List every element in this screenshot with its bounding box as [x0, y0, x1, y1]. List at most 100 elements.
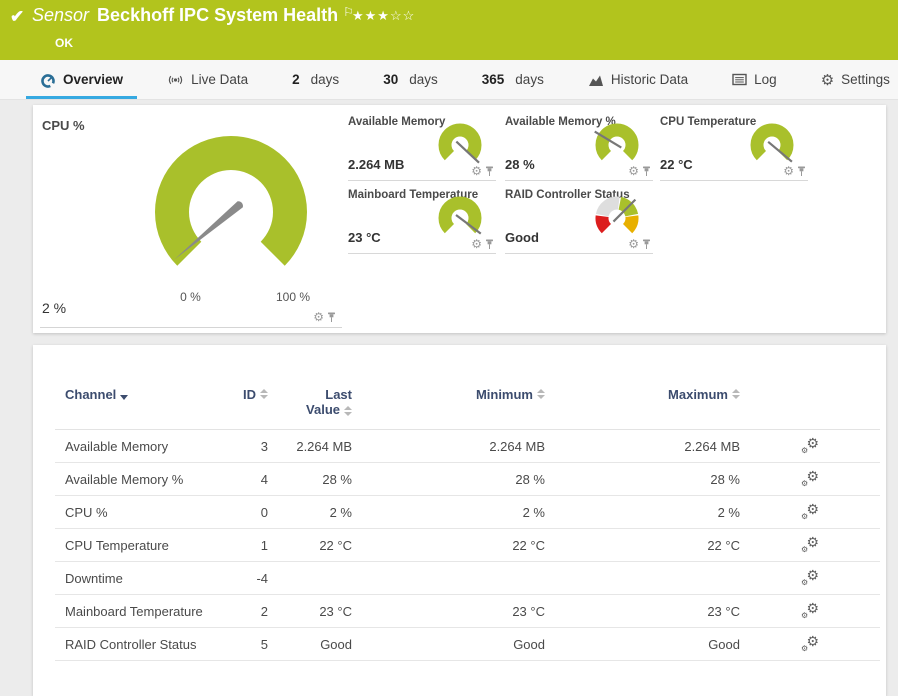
- column-header-channel[interactable]: Channel: [55, 387, 210, 402]
- tab-label: Historic Data: [611, 72, 688, 87]
- channel-minimum: 2 %: [352, 505, 545, 520]
- channel-last-value: 2 %: [268, 505, 352, 520]
- gauge-settings-gear-icon[interactable]: ⚙: [471, 238, 482, 250]
- sort-icon: [344, 406, 352, 416]
- channel-last-value: 22 °C: [268, 538, 352, 553]
- channel-minimum: 28 %: [352, 472, 545, 487]
- channel-settings-gears-icon[interactable]: ⚙⚙: [801, 471, 819, 487]
- gauge-settings-gear-icon[interactable]: ⚙: [628, 165, 639, 177]
- tab-label: Overview: [63, 72, 123, 87]
- column-header-id[interactable]: ID: [210, 387, 268, 402]
- gauge-min-label: 0 %: [168, 290, 213, 304]
- channel-last-value: 23 °C: [268, 604, 352, 619]
- table-row: Available Memory 3 2.264 MB 2.264 MB 2.2…: [55, 430, 880, 463]
- tab-label: Log: [754, 72, 777, 87]
- sensor-title: Beckhoff IPC System Health: [97, 5, 338, 25]
- channel-settings-gears-icon[interactable]: ⚙⚙: [801, 438, 819, 454]
- gauges-panel: CPU % 0 % 100 % 2 % ⚙ Available Memory: [33, 105, 886, 333]
- column-header-last-value[interactable]: Last Value: [268, 387, 352, 417]
- sensor-header: ✔ SensorBeckhoff IPC System Health⚐ ★★★☆…: [0, 0, 898, 60]
- channel-settings-gears-icon[interactable]: ⚙⚙: [801, 504, 819, 520]
- table-row: Available Memory % 4 28 % 28 % 28 % ⚙⚙: [55, 463, 880, 496]
- channel-settings-gears-icon[interactable]: ⚙⚙: [801, 636, 819, 652]
- column-label: Maximum: [668, 387, 728, 402]
- pin-icon[interactable]: [642, 166, 651, 177]
- area-chart-icon: [588, 73, 604, 87]
- gauge-cell-available-memory-percent: Available Memory % 28 % ⚙: [505, 112, 653, 181]
- channel-name: Mainboard Temperature: [55, 604, 210, 619]
- channel-settings-gears-icon[interactable]: ⚙⚙: [801, 570, 819, 586]
- log-icon: [732, 73, 747, 86]
- tab-label: Live Data: [191, 72, 248, 87]
- channel-last-value: 28 %: [268, 472, 352, 487]
- channel-maximum: 23 °C: [545, 604, 740, 619]
- tab-label: days: [311, 72, 340, 87]
- priority-stars[interactable]: ★★★☆☆: [352, 8, 415, 24]
- gauge-cell-cpu-percent: CPU % 0 % 100 % 2 % ⚙: [40, 112, 342, 328]
- pin-icon[interactable]: [797, 166, 806, 177]
- gauge-title: Available Memory: [348, 116, 445, 128]
- gauge-value: 22 °C: [660, 157, 693, 172]
- gauge-max-label: 100 %: [268, 290, 318, 304]
- column-header-minimum[interactable]: Minimum: [352, 387, 545, 402]
- sort-icon: [260, 389, 268, 399]
- channel-maximum: 2 %: [545, 505, 740, 520]
- gauge-settings-gear-icon[interactable]: ⚙: [471, 165, 482, 177]
- gauge-value: 23 °C: [348, 230, 381, 245]
- gauge-settings-gear-icon[interactable]: ⚙: [628, 238, 639, 250]
- table-row: Mainboard Temperature 2 23 °C 23 °C 23 °…: [55, 595, 880, 628]
- channel-id: 0: [210, 505, 268, 520]
- pin-icon[interactable]: [642, 239, 651, 250]
- column-header-maximum[interactable]: Maximum: [545, 387, 740, 402]
- channel-last-value: 2.264 MB: [268, 439, 352, 454]
- tab-label: days: [409, 72, 438, 87]
- gauge-cell-cpu-temperature: CPU Temperature 22 °C ⚙: [660, 112, 808, 181]
- tab-number: 365: [482, 72, 505, 87]
- channel-minimum: 23 °C: [352, 604, 545, 619]
- channel-minimum: 22 °C: [352, 538, 545, 553]
- tab-label: Settings: [841, 72, 890, 87]
- tab-settings[interactable]: ⚙ Settings: [821, 60, 890, 99]
- channel-settings-gears-icon[interactable]: ⚙⚙: [801, 603, 819, 619]
- channel-settings-gears-icon[interactable]: ⚙⚙: [801, 537, 819, 553]
- gauge-value: Good: [505, 230, 539, 245]
- tab-live-data[interactable]: Live Data: [167, 60, 248, 99]
- cpu-temperature-gauge: [748, 120, 796, 168]
- channel-id: 2: [210, 604, 268, 619]
- column-label: Channel: [65, 387, 116, 402]
- tab-historic-data[interactable]: Historic Data: [588, 60, 688, 99]
- channel-last-value: Good: [268, 637, 352, 652]
- tab-2-days[interactable]: 2 days: [292, 60, 339, 99]
- cpu-gauge: [131, 107, 331, 307]
- channel-maximum: 22 °C: [545, 538, 740, 553]
- gauge-settings-gear-icon[interactable]: ⚙: [313, 311, 324, 323]
- tab-365-days[interactable]: 365 days: [482, 60, 544, 99]
- table-header-row: Channel ID Last Value Minimum: [55, 387, 880, 430]
- pin-icon[interactable]: [485, 166, 494, 177]
- channel-table-panel: Channel ID Last Value Minimum: [33, 345, 886, 696]
- pin-icon[interactable]: [327, 312, 336, 323]
- table-row: Downtime -4 ⚙⚙: [55, 562, 880, 595]
- status-ok-check-icon: ✔: [10, 7, 24, 27]
- sort-descending-icon: [120, 395, 128, 400]
- channel-id: 3: [210, 439, 268, 454]
- tab-log[interactable]: Log: [732, 60, 777, 99]
- available-memory-gauge: [436, 120, 484, 168]
- column-label: ID: [243, 387, 256, 402]
- tab-overview[interactable]: Overview: [40, 60, 123, 99]
- pin-icon[interactable]: [485, 239, 494, 250]
- gauge-settings-gear-icon[interactable]: ⚙: [783, 165, 794, 177]
- column-label: Minimum: [476, 387, 533, 402]
- gauge-value: 28 %: [505, 157, 535, 172]
- raid-status-lookup-gauge: [593, 193, 641, 241]
- gauge-icon: [40, 72, 56, 88]
- channel-maximum: 28 %: [545, 472, 740, 487]
- tab-30-days[interactable]: 30 days: [383, 60, 438, 99]
- tab-number: 30: [383, 72, 398, 87]
- channel-name: Available Memory: [55, 439, 210, 454]
- channel-maximum: 2.264 MB: [545, 439, 740, 454]
- table-row: RAID Controller Status 5 Good Good Good …: [55, 628, 880, 661]
- gear-icon: ⚙: [821, 71, 834, 89]
- channel-minimum: Good: [352, 637, 545, 652]
- tab-number: 2: [292, 72, 300, 87]
